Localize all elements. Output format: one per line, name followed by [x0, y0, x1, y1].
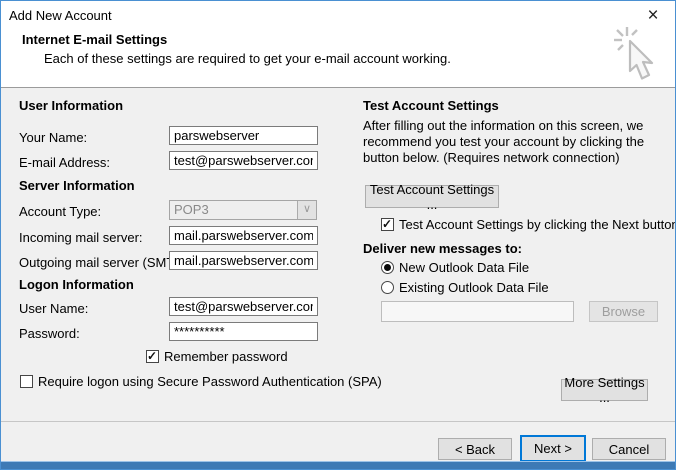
page-subtitle: Each of these settings are required to g… [44, 51, 451, 66]
spa-checkbox[interactable]: ✓ [20, 375, 33, 388]
test-account-description: After filling out the information on thi… [363, 118, 663, 166]
existing-data-file-radio[interactable] [381, 281, 394, 294]
outgoing-server-field[interactable] [169, 251, 318, 270]
cancel-button[interactable]: Cancel [592, 438, 666, 460]
radio-dot [384, 264, 391, 271]
window-bottom-border [1, 461, 675, 469]
dialog-header: Add New Account × Internet E-mail Settin… [1, 1, 675, 88]
password-label: Password: [19, 326, 80, 341]
incoming-server-field[interactable] [169, 226, 318, 245]
test-account-settings-button[interactable]: Test Account Settings ... [365, 185, 499, 208]
incoming-server-label: Incoming mail server: [19, 230, 143, 245]
deliver-heading: Deliver new messages to: [363, 241, 522, 256]
chevron-down-icon: ∨ [297, 201, 316, 219]
back-button[interactable]: < Back [438, 438, 512, 460]
footer-divider [1, 421, 675, 422]
user-information-heading: User Information [19, 98, 123, 113]
existing-data-file-label[interactable]: Existing Outlook Data File [399, 280, 549, 295]
browse-button: Browse [589, 301, 658, 322]
outgoing-server-label: Outgoing mail server (SMTP): [19, 255, 191, 270]
remember-password-checkbox[interactable]: ✓ [146, 350, 159, 363]
more-settings-button[interactable]: More Settings ... [561, 379, 648, 401]
email-address-label: E-mail Address: [19, 155, 110, 170]
window-title: Add New Account [9, 8, 112, 23]
your-name-field[interactable] [169, 126, 318, 145]
add-new-account-dialog: Add New Account × Internet E-mail Settin… [0, 0, 676, 470]
wizard-cursor-sparkle-icon [611, 25, 665, 85]
password-field[interactable] [169, 322, 318, 341]
user-name-label: User Name: [19, 301, 88, 316]
spa-label[interactable]: Require logon using Secure Password Auth… [38, 374, 382, 389]
page-title: Internet E-mail Settings [22, 32, 167, 47]
test-on-next-label[interactable]: Test Account Settings by clicking the Ne… [399, 217, 676, 232]
test-on-next-checkbox[interactable]: ✓ [381, 218, 394, 231]
check-icon: ✓ [147, 351, 158, 362]
your-name-label: Your Name: [19, 130, 87, 145]
new-data-file-radio[interactable] [381, 261, 394, 274]
logon-information-heading: Logon Information [19, 277, 134, 292]
user-name-field[interactable] [169, 297, 318, 316]
account-type-select: POP3 ∨ [169, 200, 317, 220]
data-file-path-field [381, 301, 574, 322]
account-type-label: Account Type: [19, 204, 101, 219]
account-type-value: POP3 [174, 202, 209, 217]
email-address-field[interactable] [169, 151, 318, 170]
server-information-heading: Server Information [19, 178, 135, 193]
next-button[interactable]: Next > [520, 435, 586, 462]
check-icon: ✓ [382, 219, 393, 230]
remember-password-label[interactable]: Remember password [164, 349, 288, 364]
new-data-file-label[interactable]: New Outlook Data File [399, 260, 529, 275]
test-account-heading: Test Account Settings [363, 98, 499, 113]
